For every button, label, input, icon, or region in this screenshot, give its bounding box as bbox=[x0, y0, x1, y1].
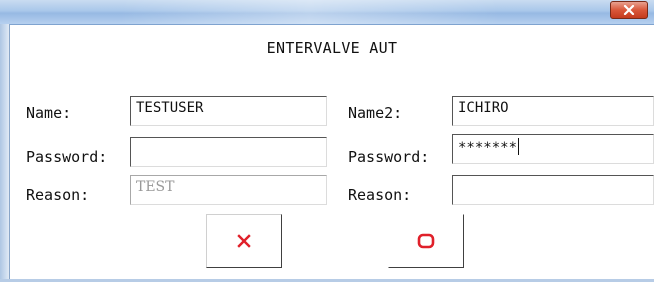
dialog-title: ENTERVALVE AUT bbox=[266, 39, 398, 57]
name-label: Name: bbox=[26, 104, 72, 122]
red-rounded-square-icon bbox=[417, 233, 435, 249]
window-frame-left-edge bbox=[9, 24, 10, 282]
red-x-icon bbox=[237, 234, 251, 248]
password2-masked-value: ******* bbox=[458, 140, 518, 156]
password2-input[interactable]: ******* bbox=[452, 134, 654, 164]
reason2-input[interactable] bbox=[452, 175, 654, 205]
password-label: Password: bbox=[26, 148, 108, 166]
title-bar-sheen bbox=[120, 0, 500, 24]
password2-label: Password: bbox=[348, 148, 430, 166]
reason-input[interactable]: TEST bbox=[130, 175, 327, 205]
window-close-icon bbox=[623, 5, 635, 15]
cancel-button[interactable] bbox=[206, 214, 282, 268]
password-input[interactable] bbox=[130, 137, 327, 167]
name2-input[interactable]: ICHIRO bbox=[452, 96, 654, 126]
text-caret bbox=[518, 138, 520, 155]
confirm-button[interactable] bbox=[388, 214, 464, 268]
name-input[interactable]: TESTUSER bbox=[130, 96, 327, 126]
reason2-label: Reason: bbox=[348, 186, 412, 204]
dialog-window: ENTERVALVE AUT Name: TESTUSER Password: … bbox=[0, 0, 654, 282]
window-close-button[interactable] bbox=[610, 1, 648, 19]
name2-label: Name2: bbox=[348, 104, 403, 122]
title-bar[interactable] bbox=[0, 0, 654, 25]
reason-label: Reason: bbox=[26, 186, 90, 204]
